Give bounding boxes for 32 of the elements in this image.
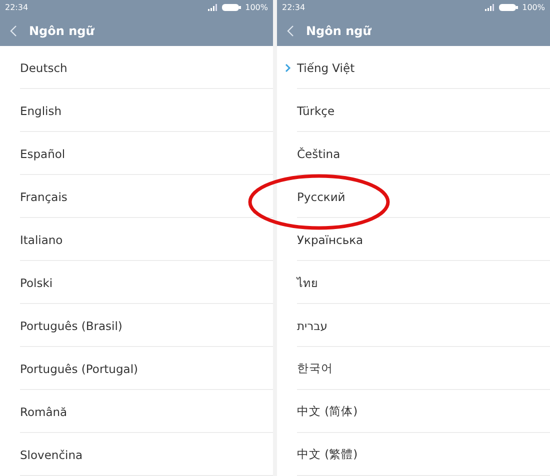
- language-option[interactable]: English: [20, 104, 62, 118]
- language-option[interactable]: Italiano: [20, 232, 63, 246]
- signal-icon: [208, 4, 218, 12]
- language-option[interactable]: Português (Brasil): [20, 318, 122, 332]
- battery-level: 100%: [522, 3, 545, 12]
- language-option[interactable]: Português (Portugal): [20, 362, 138, 376]
- language-option[interactable]: Українська: [297, 232, 364, 246]
- language-option[interactable]: Deutsch: [20, 60, 68, 74]
- battery-icon: [499, 4, 518, 12]
- screen-title: Ngôn ngữ: [29, 24, 94, 38]
- language-option[interactable]: 中文 (简体): [297, 404, 358, 419]
- back-icon[interactable]: [287, 24, 294, 37]
- signal-icon: [485, 4, 496, 12]
- language-option[interactable]: Türkçe: [297, 104, 335, 118]
- language-option[interactable]: Čeština: [297, 146, 340, 160]
- language-option[interactable]: Slovenčina: [20, 448, 83, 462]
- back-icon[interactable]: [10, 24, 17, 37]
- battery-icon: [222, 4, 242, 12]
- screen-title: Ngôn ngữ: [306, 24, 372, 38]
- status-time: 22:34: [282, 3, 306, 12]
- language-option[interactable]: Français: [20, 190, 68, 204]
- language-option[interactable]: 한국어: [297, 361, 333, 376]
- language-option[interactable]: Русский: [297, 190, 346, 204]
- language-option[interactable]: Polski: [20, 276, 53, 290]
- language-option[interactable]: 中文 (繁體): [297, 447, 358, 462]
- language-option[interactable]: Tiếng Việt: [297, 60, 355, 74]
- language-option[interactable]: ไทย: [297, 274, 318, 292]
- language-option[interactable]: עברית: [297, 318, 328, 332]
- status-time: 22:34: [5, 3, 28, 12]
- battery-level: 100%: [245, 3, 268, 12]
- language-option[interactable]: Español: [20, 146, 66, 160]
- language-option[interactable]: Română: [20, 404, 68, 418]
